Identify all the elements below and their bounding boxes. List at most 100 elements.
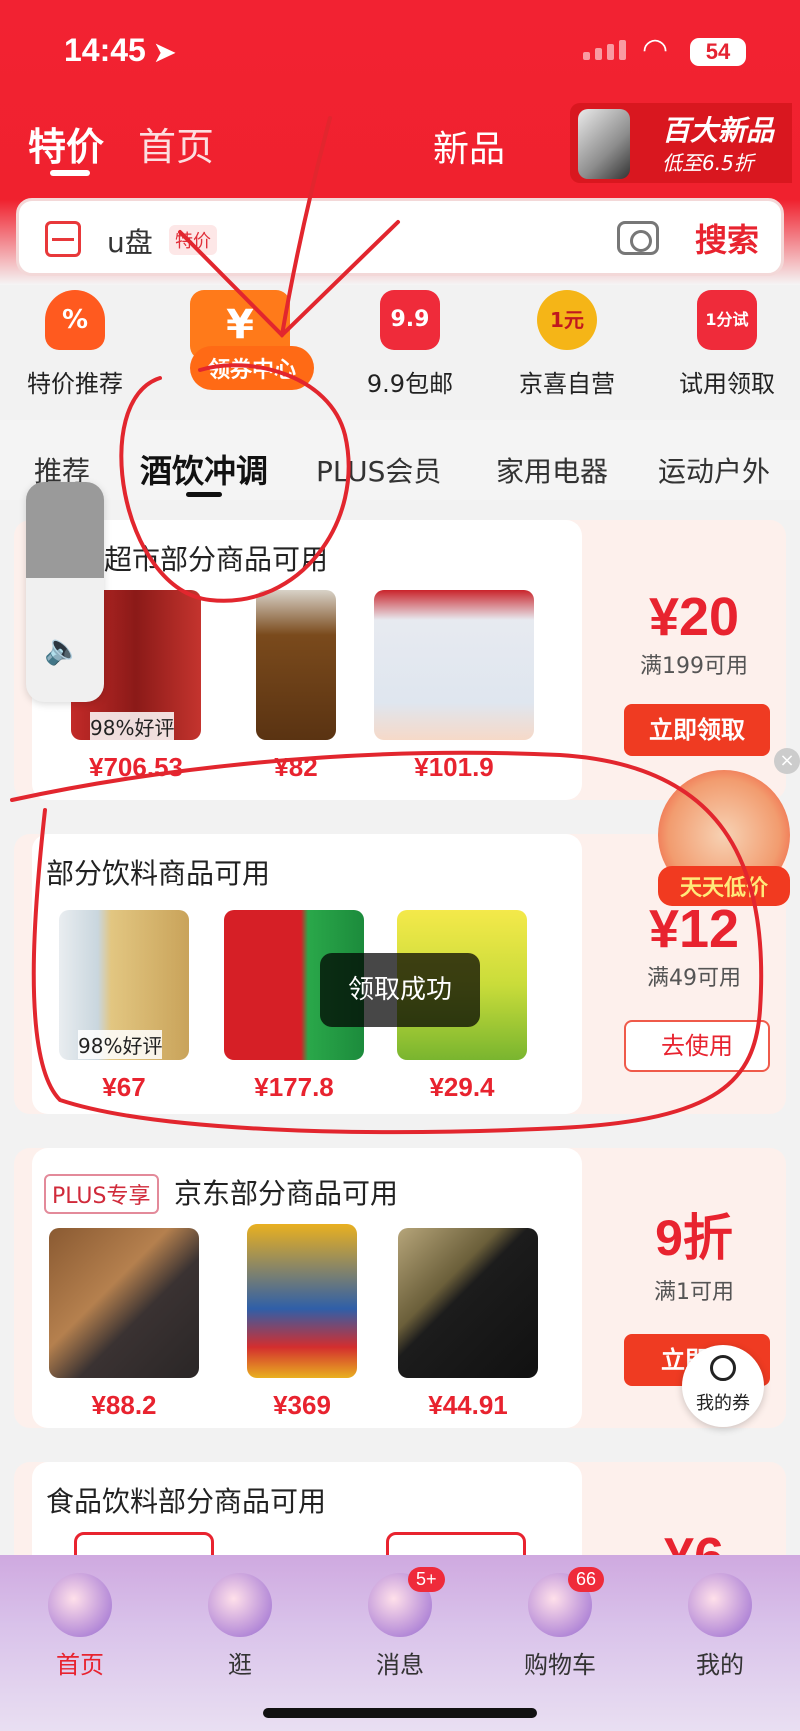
coupon-amount: ¥20 bbox=[648, 587, 740, 647]
category-9-9[interactable]: 9.9 9.9包邮 bbox=[335, 290, 485, 399]
product-image bbox=[247, 1224, 357, 1378]
subtab-outdoor[interactable]: 运动户外 bbox=[658, 450, 770, 490]
product-image bbox=[398, 1228, 538, 1378]
plus-tag: PLUS专享 bbox=[44, 1174, 159, 1214]
browse-avatar-icon bbox=[208, 1573, 272, 1637]
toast-message: 领取成功 bbox=[320, 953, 480, 1027]
percent-icon: % bbox=[45, 290, 105, 350]
category-trial[interactable]: 1分试 试用领取 bbox=[652, 290, 800, 399]
camera-icon[interactable] bbox=[617, 221, 659, 255]
wifi-icon: ◠ bbox=[642, 32, 669, 67]
search-bar[interactable]: u盘 特价 搜索 bbox=[16, 198, 784, 276]
subtab-drinks[interactable]: 酒饮冲调 bbox=[140, 446, 268, 492]
bottom-navigation: 首页 逛 5+ 消息 66 购物车 我的 bbox=[0, 1555, 800, 1731]
volume-hud: 🔈 bbox=[26, 482, 104, 702]
sub-tabs: 推荐 酒饮冲调 PLUS会员 家用电器 运动户外 bbox=[0, 420, 800, 500]
product[interactable]: ¥44.91 bbox=[398, 1228, 538, 1421]
top-tabs: 特价 首页 bbox=[28, 116, 214, 171]
subtab-plus[interactable]: PLUS会员 bbox=[316, 450, 441, 490]
category-special[interactable]: % 特价推荐 bbox=[0, 290, 150, 399]
category-label: 特价推荐 bbox=[27, 370, 123, 398]
mine-avatar-icon bbox=[688, 1573, 752, 1637]
phone-image bbox=[578, 109, 630, 179]
volume-track bbox=[26, 482, 104, 578]
product-price: ¥177.8 bbox=[254, 1072, 334, 1102]
coupon-amount: ¥12 bbox=[648, 899, 740, 959]
search-button[interactable]: 搜索 bbox=[695, 215, 759, 261]
person-icon bbox=[710, 1355, 736, 1381]
nav-mine[interactable]: 我的 bbox=[660, 1573, 780, 1680]
product-image bbox=[49, 1228, 199, 1378]
card-title: 超市部分商品可用 bbox=[104, 543, 329, 576]
coupon-condition: 满1可用 bbox=[654, 1280, 734, 1305]
product-image bbox=[256, 590, 336, 740]
new-products-banner[interactable]: 百大新品 低至6.5折 bbox=[570, 103, 792, 183]
signal-icon bbox=[583, 40, 626, 60]
product-price: ¥82 bbox=[274, 752, 318, 782]
rating-badge: 98%好评 bbox=[78, 1030, 163, 1059]
product-price: ¥706.53 bbox=[89, 752, 183, 782]
category-coupon-center[interactable]: ¥ 领券中心 bbox=[165, 290, 315, 390]
battery-icon: 54 bbox=[690, 38, 746, 66]
product[interactable]: ¥88.2 bbox=[49, 1228, 199, 1421]
product[interactable]: 98%好评 ¥67 bbox=[54, 910, 194, 1103]
cart-badge: 66 bbox=[568, 1567, 605, 1592]
promo-title: 百大新品 bbox=[662, 114, 775, 147]
subtab-indicator bbox=[186, 492, 222, 497]
battery-level: 54 bbox=[705, 39, 731, 64]
product-price: ¥67 bbox=[102, 1072, 146, 1102]
category-label: 京喜自营 bbox=[519, 370, 615, 398]
claim-button[interactable]: 立即领取 bbox=[624, 704, 770, 756]
messages-badge: 5+ bbox=[408, 1567, 445, 1592]
category-row: % 特价推荐 ¥ 领券中心 9.9 9.9包邮 1元 京喜自营 1分试 试用领取 bbox=[0, 290, 800, 410]
product-price: ¥88.2 bbox=[91, 1390, 157, 1420]
product-price: ¥369 bbox=[273, 1390, 331, 1420]
product[interactable]: ¥82 bbox=[226, 590, 366, 783]
product-image bbox=[374, 590, 534, 740]
trial-bag-icon: 1分试 bbox=[697, 290, 757, 350]
tab-special[interactable]: 特价 bbox=[28, 116, 104, 171]
nav-label: 首页 bbox=[56, 1651, 104, 1679]
category-jingxi[interactable]: 1元 京喜自营 bbox=[492, 290, 642, 399]
nav-label: 购物车 bbox=[524, 1651, 596, 1679]
rating-badge: 98%好评 bbox=[90, 712, 175, 741]
category-label: 9.9包邮 bbox=[366, 370, 454, 398]
nav-messages[interactable]: 5+ 消息 bbox=[340, 1567, 460, 1680]
product[interactable]: ¥101.9 bbox=[374, 590, 534, 783]
tab-home[interactable]: 首页 bbox=[138, 116, 214, 171]
product[interactable]: ¥369 bbox=[232, 1224, 372, 1421]
coupon-amount: 9折 bbox=[655, 1210, 733, 1266]
nav-cart[interactable]: 66 购物车 bbox=[500, 1567, 620, 1680]
search-input[interactable]: u盘 bbox=[107, 221, 153, 261]
category-label: 试用领取 bbox=[679, 370, 775, 398]
nav-home[interactable]: 首页 bbox=[20, 1573, 140, 1680]
use-button[interactable]: 去使用 bbox=[624, 1020, 770, 1072]
close-icon[interactable]: × bbox=[774, 748, 800, 774]
time-text: 14:45 bbox=[64, 32, 146, 68]
home-indicator bbox=[263, 1708, 537, 1718]
nav-label: 消息 bbox=[376, 1651, 424, 1679]
product-price: ¥44.91 bbox=[428, 1390, 508, 1420]
subtab-appliances[interactable]: 家用电器 bbox=[496, 450, 608, 490]
nine-nine-icon: 9.9 bbox=[380, 290, 440, 350]
nav-label: 逛 bbox=[228, 1651, 252, 1679]
coupon-card: 超市部分商品可用 98%好评 ¥706.53 ¥82 ¥101.9 ¥20 满1… bbox=[14, 520, 786, 800]
status-time: 14:45 ➤ bbox=[64, 32, 176, 69]
speaker-icon: 🔈 bbox=[44, 632, 82, 667]
floating-ad-label: 天天低价 bbox=[658, 866, 790, 906]
active-tab-indicator bbox=[50, 170, 90, 176]
one-yuan-icon: 1元 bbox=[537, 290, 597, 350]
coupon-condition: 满49可用 bbox=[647, 966, 741, 991]
floating-ad[interactable]: × 天天低价 bbox=[658, 748, 800, 906]
nav-browse[interactable]: 逛 bbox=[180, 1573, 300, 1680]
search-tag: 特价 bbox=[169, 225, 217, 255]
scan-icon[interactable] bbox=[45, 221, 81, 257]
coupon-condition: 满199可用 bbox=[640, 654, 748, 679]
nav-label: 我的 bbox=[696, 1651, 744, 1679]
location-arrow-icon: ➤ bbox=[153, 37, 176, 67]
tab-new[interactable]: 新品 bbox=[433, 120, 505, 172]
product-price: ¥101.9 bbox=[414, 752, 494, 782]
product-price: ¥29.4 bbox=[429, 1072, 495, 1102]
my-coupon-button[interactable]: 我的券 bbox=[682, 1345, 764, 1427]
category-label: 领券中心 bbox=[190, 346, 314, 390]
